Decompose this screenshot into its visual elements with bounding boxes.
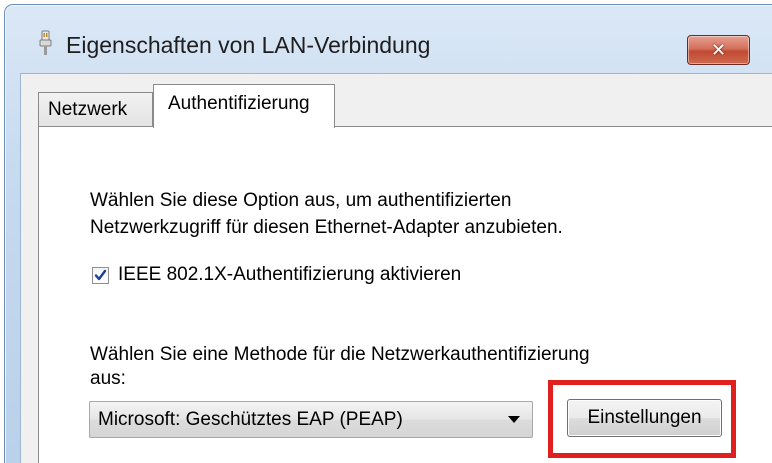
description-line-2: Netzwerkzugriff für diesen Ethernet-Adap…: [90, 217, 563, 238]
tab-netzwerk[interactable]: Netzwerk: [38, 92, 153, 126]
method-prompt-line-2: aus:: [90, 368, 126, 389]
auth-method-selected-value: Microsoft: Geschütztes EAP (PEAP): [98, 409, 403, 430]
close-icon: ✕: [710, 40, 727, 60]
checkmark-icon: [94, 269, 107, 281]
tab-authentifizierung[interactable]: Authentifizierung: [153, 84, 335, 128]
tab-label: Netzwerk: [48, 99, 128, 120]
method-prompt-line-1: Wählen Sie eine Methode für die Netzwerk…: [90, 344, 590, 365]
title-bar[interactable]: Eigenschaften von LAN-Verbindung ✕: [4, 4, 772, 74]
chevron-down-icon: [508, 416, 520, 423]
network-connection-icon: [39, 30, 52, 55]
window-title: Eigenschaften von LAN-Verbindung: [66, 32, 431, 58]
close-button[interactable]: ✕: [687, 35, 750, 65]
enable-8021x-label[interactable]: IEEE 802.1X-Authentifizierung aktivieren: [118, 264, 461, 286]
tab-label: Authentifizierung: [168, 93, 310, 114]
enable-8021x-checkbox[interactable]: [92, 267, 109, 284]
screen: Eigenschaften von LAN-Verbindung ✕ Netzw…: [0, 0, 772, 463]
auth-method-select[interactable]: Microsoft: Geschütztes EAP (PEAP): [89, 401, 533, 438]
red-highlight-box: [548, 380, 736, 458]
description-line-1: Wählen Sie diese Option aus, um authenti…: [90, 190, 512, 211]
